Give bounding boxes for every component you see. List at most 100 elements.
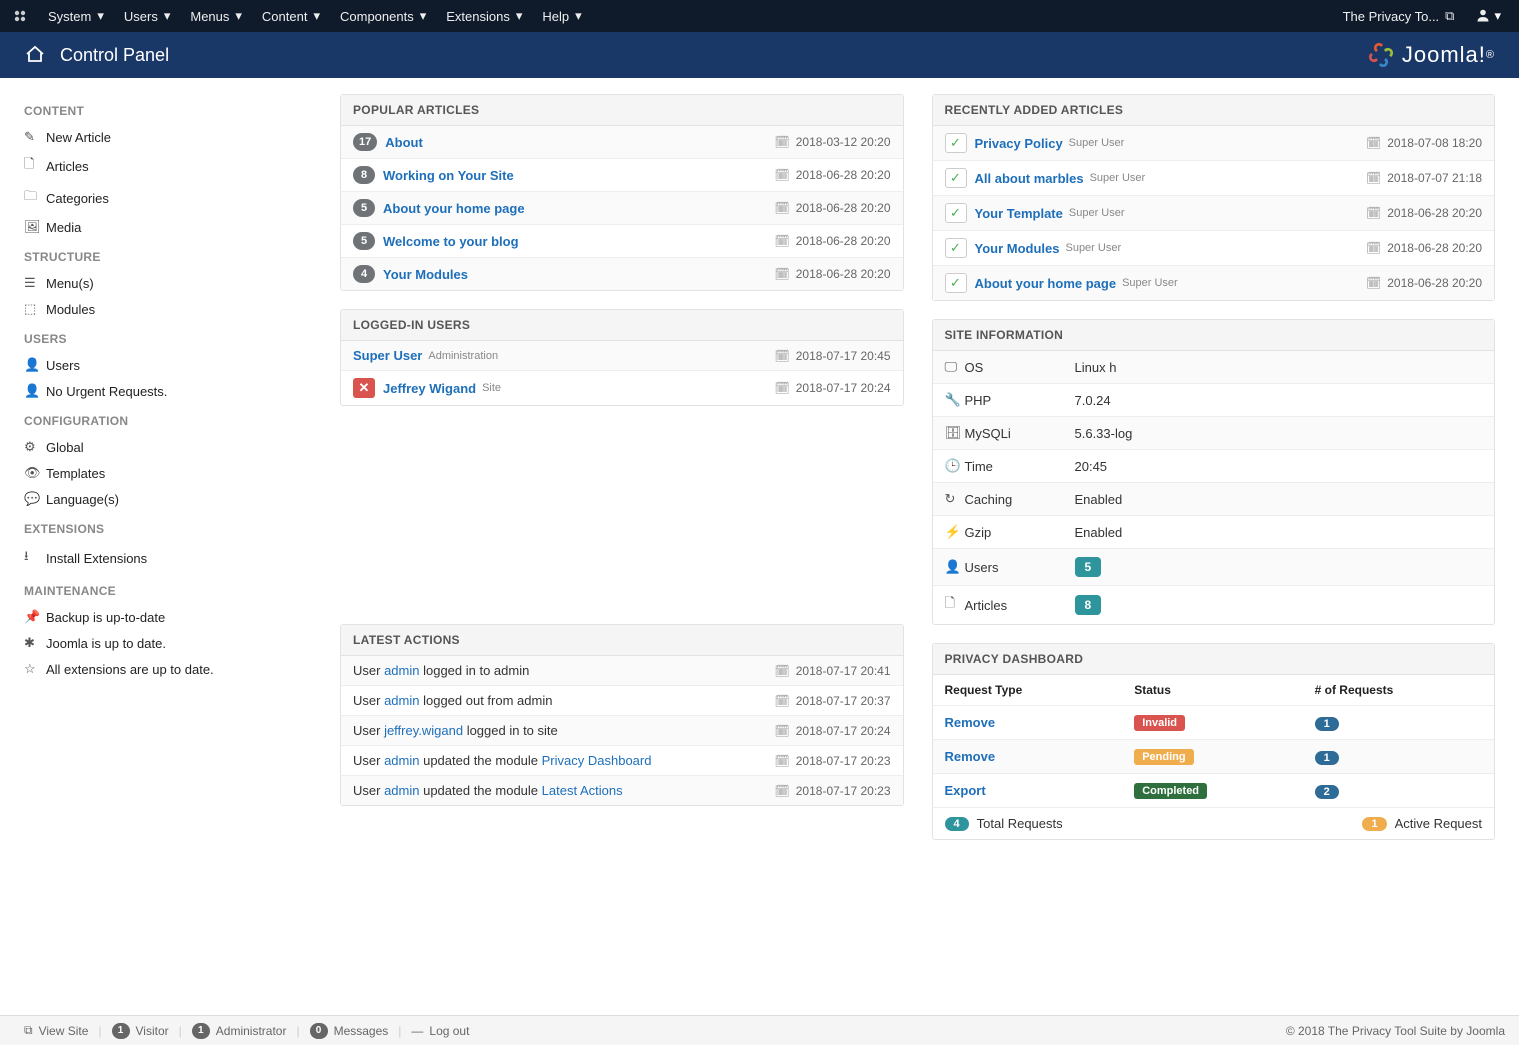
menu-extensions[interactable]: Extensions▾	[436, 1, 532, 31]
article-link[interactable]: Privacy Policy	[975, 136, 1063, 151]
action-object-link[interactable]: Latest Actions	[542, 783, 623, 798]
logout-user-button[interactable]: ✕	[353, 378, 375, 398]
popular-article-row: 8 Working on Your Site 🗓2018-06-28 20:20	[341, 159, 903, 192]
user-menu[interactable]: ▾	[1470, 8, 1507, 25]
sidebar-item-label: Articles	[46, 159, 89, 174]
site-link[interactable]: The Privacy To... ⧉	[1335, 8, 1463, 24]
recent-article-row: ✓ Privacy Policy Super User 🗓2018-07-08 …	[933, 126, 1495, 161]
footer-visitors[interactable]: 1 Visitor	[102, 1023, 179, 1039]
action-user-link[interactable]: admin	[384, 693, 419, 708]
siteinfo-label: PHP	[965, 393, 992, 408]
publish-toggle[interactable]: ✓	[945, 133, 967, 153]
article-date: 2018-06-28 20:20	[796, 168, 891, 182]
privacy-col-type: Request Type	[933, 675, 1123, 706]
privacy-row: Remove Pending 1	[933, 740, 1495, 774]
caret-down-icon: ▾	[97, 8, 104, 24]
sidebar-item[interactable]: ✱Joomla is up to date.	[24, 630, 324, 656]
sidebar-item-label: Global	[46, 440, 84, 455]
title-bar: Control Panel Joomla!®	[0, 32, 1519, 78]
menu-content[interactable]: Content▾	[252, 1, 330, 31]
action-user-link[interactable]: admin	[384, 753, 419, 768]
folder-icon: 🗀	[24, 187, 46, 209]
article-link[interactable]: All about marbles	[975, 171, 1084, 186]
popular-article-row: 4 Your Modules 🗓2018-06-28 20:20	[341, 258, 903, 290]
action-object-link[interactable]: Privacy Dashboard	[542, 753, 652, 768]
sidebar-item[interactable]: 👤No Urgent Requests.	[24, 378, 324, 404]
sidebar-item[interactable]: ⚙Global	[24, 434, 324, 460]
article-date: 2018-06-28 20:20	[796, 267, 891, 281]
privacy-type-link[interactable]: Remove	[933, 740, 1123, 774]
hit-count-badge: 5	[353, 232, 375, 250]
publish-toggle[interactable]: ✓	[945, 168, 967, 188]
article-link[interactable]: About your home page	[383, 201, 525, 216]
menu-help[interactable]: Help▾	[532, 1, 591, 31]
monitor-icon: 🖵	[945, 359, 965, 375]
calendar-icon: 🗓	[1366, 136, 1381, 150]
footer-view-site[interactable]: ⧉ View Site	[14, 1023, 98, 1038]
article-link[interactable]: Working on Your Site	[383, 168, 514, 183]
joomla-brand-icon	[12, 8, 28, 24]
article-link[interactable]: Your Modules	[975, 241, 1060, 256]
menu-components[interactable]: Components▾	[330, 1, 436, 31]
publish-toggle[interactable]: ✓	[945, 238, 967, 258]
star-icon: ☆	[24, 661, 46, 677]
refresh-icon: ↻	[945, 491, 965, 507]
siteinfo-value: 7.0.24	[1075, 393, 1111, 408]
sidebar-item[interactable]: ☰Menu(s)	[24, 270, 324, 296]
publish-toggle[interactable]: ✓	[945, 273, 967, 293]
publish-toggle[interactable]: ✓	[945, 203, 967, 223]
sidebar-item-label: Install Extensions	[46, 551, 147, 566]
article-date: 2018-06-28 20:20	[796, 234, 891, 248]
sidebar-item[interactable]: 📌Backup is up-to-date	[24, 604, 324, 630]
sidebar-item[interactable]: ☆All extensions are up to date.	[24, 656, 324, 682]
action-row: User jeffrey.wigand logged in to site 🗓2…	[341, 716, 903, 746]
panel-heading: PRIVACY DASHBOARD	[933, 644, 1495, 675]
user-icon	[1476, 8, 1490, 25]
footer-admins[interactable]: 1 Administrator	[182, 1023, 297, 1039]
menu-system[interactable]: System▾	[38, 1, 114, 31]
article-link[interactable]: Your Modules	[383, 267, 468, 282]
siteinfo-row: ↻Caching Enabled	[933, 483, 1495, 516]
sidebar-item[interactable]: 👁Templates	[24, 460, 324, 486]
sidebar-item[interactable]: ⬚Modules	[24, 296, 324, 322]
article-link[interactable]: About your home page	[975, 276, 1117, 291]
eye-icon: 👁	[24, 465, 46, 481]
article-date: 2018-03-12 20:20	[796, 135, 891, 149]
action-user-link[interactable]: admin	[384, 663, 419, 678]
article-date: 2018-07-08 18:20	[1387, 136, 1482, 150]
footer-messages[interactable]: 0 Messages	[300, 1023, 399, 1039]
article-link[interactable]: About	[385, 135, 423, 150]
menu-users[interactable]: Users▾	[114, 1, 180, 31]
sidebar-item[interactable]: 🖼Media	[24, 214, 324, 240]
user-icon: 👤	[945, 559, 965, 575]
sidebar-item[interactable]: ⭳Install Extensions	[24, 542, 324, 574]
calendar-icon: 🗓	[775, 724, 790, 738]
article-date: 2018-06-28 20:20	[1387, 276, 1482, 290]
clock-icon: 🕒	[945, 458, 965, 474]
privacy-type-link[interactable]: Export	[933, 774, 1123, 808]
siteinfo-label: MySQLi	[965, 426, 1011, 441]
user-link[interactable]: Jeffrey Wigand	[383, 381, 476, 396]
gear-icon: ⚙	[24, 439, 46, 455]
messages-count-badge: 0	[310, 1023, 328, 1039]
sidebar-item[interactable]: 👤Users	[24, 352, 324, 378]
privacy-type-link[interactable]: Remove	[933, 706, 1123, 740]
siteinfo-label: Time	[965, 459, 993, 474]
panel-heading: SITE INFORMATION	[933, 320, 1495, 351]
calendar-icon: 🗓	[775, 381, 790, 395]
sidebar-item[interactable]: 💬Language(s)	[24, 486, 324, 512]
action-user-link[interactable]: jeffrey.wigand	[384, 723, 463, 738]
action-user-link[interactable]: admin	[384, 783, 419, 798]
sidebar-item[interactable]: 🗋Articles	[24, 150, 324, 182]
visitor-count-badge: 1	[112, 1023, 130, 1039]
article-link[interactable]: Welcome to your blog	[383, 234, 519, 249]
article-link[interactable]: Your Template	[975, 206, 1063, 221]
user-link[interactable]: Super User	[353, 348, 422, 363]
sidebar-item[interactable]: ✎New Article	[24, 124, 324, 150]
active-request-count: 1	[1362, 817, 1386, 831]
siteinfo-value: Enabled	[1075, 492, 1123, 507]
menu-menus[interactable]: Menus▾	[180, 1, 252, 31]
siteinfo-row: 🔧PHP 7.0.24	[933, 384, 1495, 417]
sidebar-item[interactable]: 🗀Categories	[24, 182, 324, 214]
footer-logout[interactable]: —Log out	[401, 1024, 479, 1038]
